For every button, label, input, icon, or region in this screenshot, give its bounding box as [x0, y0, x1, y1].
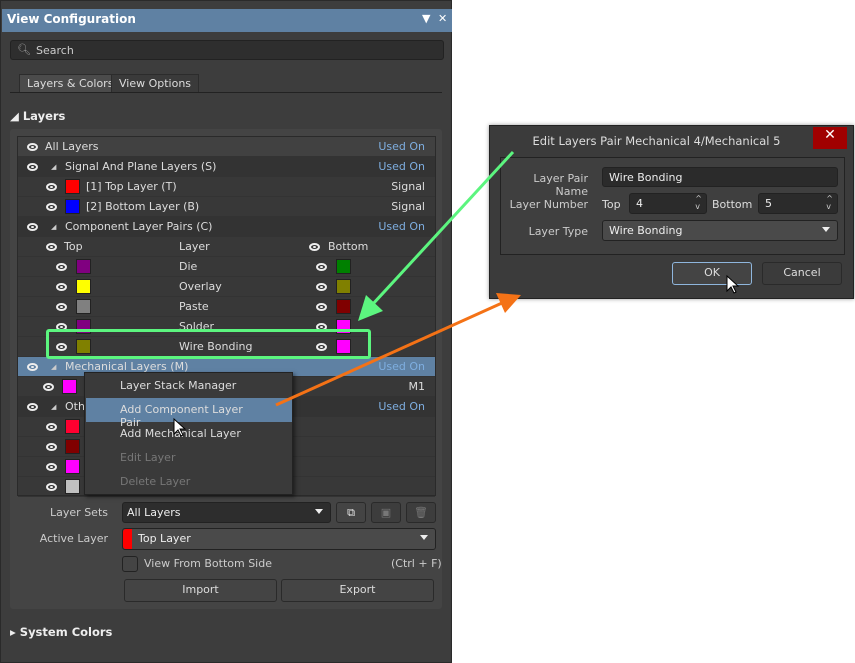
- mouse-cursor-icon: [173, 417, 187, 437]
- orange-arrow-line: [275, 301, 503, 407]
- annotation-arrows: [173, 150, 740, 437]
- mouse-cursor-icon: [726, 274, 740, 294]
- green-arrow-line: [370, 150, 515, 307]
